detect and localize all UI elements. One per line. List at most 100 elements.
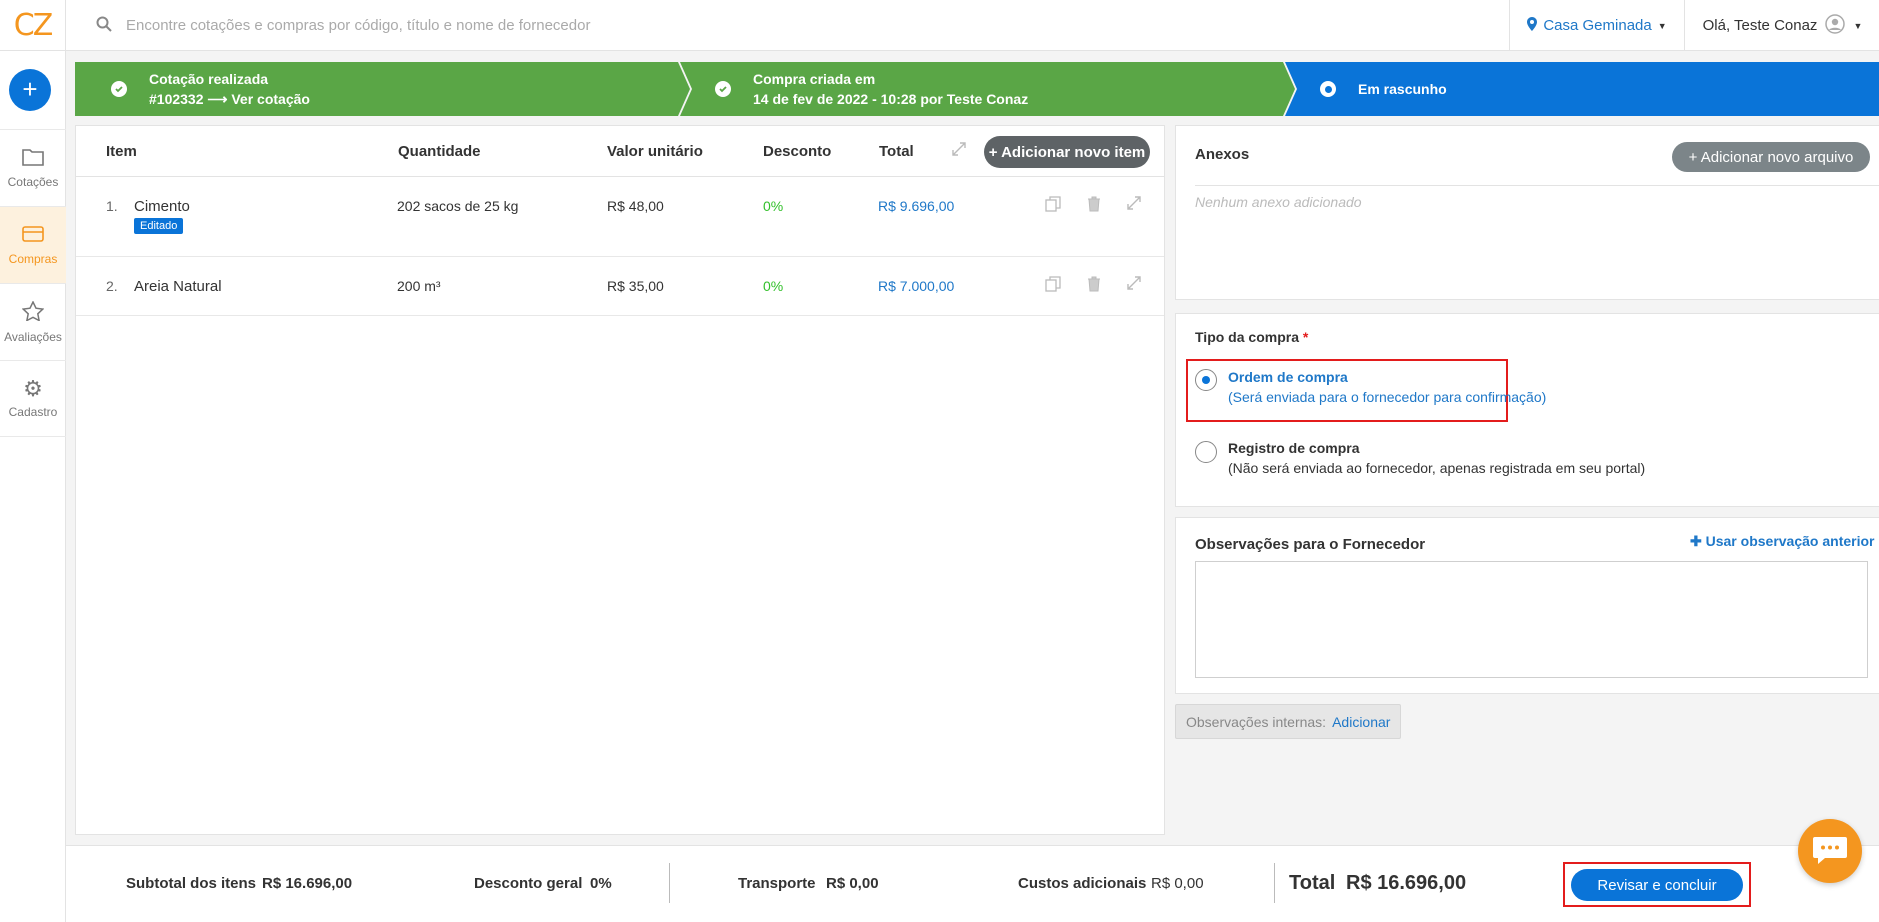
sidebar-item-cotacoes[interactable]: Cotações	[0, 129, 66, 206]
location-selector[interactable]: Casa Geminada ▼	[1509, 0, 1685, 51]
header-quantity: Quantidade	[398, 143, 481, 160]
transport-value[interactable]: R$ 0,00	[826, 875, 879, 892]
discount-label: Desconto geral	[474, 875, 583, 892]
divider	[1274, 863, 1275, 903]
supplier-notes-card: Observações para o Fornecedor ✚ Usar obs…	[1175, 517, 1879, 694]
chat-widget-button[interactable]	[1798, 819, 1862, 883]
supplier-notes-textarea[interactable]	[1195, 561, 1868, 678]
purchase-type-title: Tipo da compra *	[1195, 329, 1309, 345]
user-greeting: Olá, Teste Conaz	[1702, 17, 1818, 34]
step-draft-current: Em rascunho	[1320, 62, 1447, 116]
divider	[1195, 185, 1879, 186]
top-bar: CZ Encontre cotações e compras por códig…	[0, 0, 1879, 51]
row-discount: 0%	[763, 278, 784, 294]
sidebar: + Cotações Compras Avaliações ⚙ Cadastro	[0, 51, 66, 922]
internal-notes-bar: Observações internas: Adicionar	[1175, 704, 1401, 739]
internal-notes-label: Observações internas:	[1186, 713, 1327, 730]
caret-down-icon: ▼	[1657, 20, 1667, 31]
total-value: R$ 16.696,00	[1346, 872, 1467, 894]
plus-icon: ✚	[1690, 533, 1706, 549]
step-quotation-done[interactable]: Cotação realizada #102332 ⟶ Ver cotação	[111, 62, 310, 116]
option-title: Ordem de compra	[1228, 369, 1348, 385]
copy-icon[interactable]	[1045, 276, 1061, 295]
option-subtitle: (Será enviada para o fornecedor para con…	[1228, 389, 1547, 405]
chat-bubble-icon	[1812, 835, 1848, 868]
expand-icon[interactable]	[1127, 276, 1141, 293]
copy-icon[interactable]	[1045, 196, 1061, 215]
row-total: R$ 7.000,00	[878, 278, 955, 294]
review-and-finish-button[interactable]: Revisar e concluir	[1571, 869, 1743, 901]
caret-down-icon: ▼	[1853, 20, 1863, 31]
edited-badge: Editado	[134, 218, 184, 234]
search-placeholder[interactable]: Encontre cotações e compras por código, …	[126, 17, 590, 34]
summary-footer: Subtotal dos itens R$ 16.696,00 Desconto…	[66, 845, 1879, 922]
sidebar-item-label: Compras	[8, 251, 58, 266]
attachments-card: Anexos + Adicionar novo arquivo Nenhum a…	[1175, 125, 1879, 300]
extra-costs-label: Custos adicionais	[1018, 875, 1147, 892]
step-purchase-created: Compra criada em 14 de fev de 2022 - 10:…	[715, 62, 1028, 116]
sidebar-item-label: Cadastro	[8, 404, 58, 419]
user-avatar-icon	[1825, 13, 1846, 38]
use-previous-note-link[interactable]: ✚ Usar observação anterior	[1690, 533, 1874, 550]
add-button[interactable]: +	[9, 69, 51, 111]
check-circle-icon	[111, 81, 127, 97]
map-pin-icon	[1527, 16, 1538, 35]
add-item-button[interactable]: + Adicionar novo item	[984, 136, 1150, 168]
transport-label: Transporte	[738, 875, 816, 892]
discount-value[interactable]: 0%	[590, 875, 612, 892]
card-icon	[22, 225, 44, 246]
radio-ordem-de-compra[interactable]	[1195, 369, 1217, 391]
header-unit-price: Valor unitário	[607, 143, 703, 160]
subtotal-label: Subtotal dos itens	[126, 875, 257, 892]
trash-icon[interactable]	[1087, 196, 1101, 215]
gear-icon: ⚙	[23, 375, 43, 401]
step-title: Em rascunho	[1358, 81, 1447, 97]
subtotal-value: R$ 16.696,00	[262, 875, 353, 892]
items-table-header: Item Quantidade Valor unitário Desconto …	[76, 126, 1164, 177]
user-menu[interactable]: Olá, Teste Conaz ▼	[1686, 0, 1879, 51]
option-title: Registro de compra	[1228, 440, 1360, 456]
add-file-button[interactable]: + Adicionar novo arquivo	[1672, 142, 1870, 172]
trash-icon[interactable]	[1087, 276, 1101, 295]
row-item-name: Cimento	[134, 198, 190, 215]
step-title: Cotação realizada	[149, 71, 269, 87]
conaz-logo[interactable]: CZ	[0, 0, 66, 51]
purchase-type-card: Tipo da compra * Ordem de compra (Será e…	[1175, 313, 1879, 507]
option-registro-de-compra[interactable]: Registro de compra (Não será enviada ao …	[1228, 438, 1645, 478]
supplier-notes-title: Observações para o Fornecedor	[1195, 536, 1426, 553]
sidebar-item-cadastro[interactable]: ⚙ Cadastro	[0, 360, 66, 437]
divider	[669, 863, 670, 903]
location-label: Casa Geminada	[1543, 17, 1652, 34]
radio-registro-de-compra[interactable]	[1195, 441, 1217, 463]
purchase-stepper: Cotação realizada #102332 ⟶ Ver cotação …	[75, 62, 1879, 116]
search-icon	[96, 16, 112, 36]
step-subtitle[interactable]: #102332 ⟶ Ver cotação	[149, 89, 310, 109]
row-discount: 0%	[763, 198, 784, 214]
row-item-name: Areia Natural	[134, 278, 222, 295]
option-subtitle: (Não será enviada ao fornecedor, apenas …	[1228, 460, 1646, 476]
radio-dot-icon	[1320, 81, 1336, 97]
expand-icon[interactable]	[1127, 196, 1141, 213]
sidebar-item-label: Avaliações	[4, 329, 62, 344]
search-bar[interactable]: Encontre cotações e compras por código, …	[96, 0, 590, 51]
table-row: 1. Cimento Editado 202 sacos de 25 kg R$…	[76, 177, 1164, 257]
step-subtitle: 14 de fev de 2022 - 10:28 por Teste Cona…	[753, 91, 1029, 107]
internal-notes-add-link[interactable]: Adicionar	[1332, 714, 1390, 730]
row-quantity: 202 sacos de 25 kg	[397, 198, 519, 214]
sidebar-item-label: Cotações	[7, 174, 59, 189]
items-panel: Item Quantidade Valor unitário Desconto …	[75, 125, 1165, 835]
option-ordem-de-compra[interactable]: Ordem de compra (Será enviada para o for…	[1228, 367, 1546, 407]
header-item: Item	[106, 143, 137, 160]
total-label: Total	[1289, 872, 1336, 894]
star-icon	[21, 299, 45, 324]
attachments-empty: Nenhum anexo adicionado	[1195, 194, 1362, 210]
header-discount: Desconto	[763, 143, 832, 160]
row-unit-price: R$ 35,00	[607, 278, 664, 294]
expand-all-icon[interactable]	[952, 142, 966, 160]
sidebar-item-compras[interactable]: Compras	[0, 206, 66, 283]
extra-costs-value[interactable]: R$ 0,00	[1151, 875, 1204, 892]
header-total: Total	[879, 143, 914, 160]
sidebar-item-avaliacoes[interactable]: Avaliações	[0, 283, 66, 360]
step-title: Compra criada em	[753, 71, 876, 87]
table-row: 2. Areia Natural 200 m³ R$ 35,00 0% R$ 7…	[76, 257, 1164, 316]
